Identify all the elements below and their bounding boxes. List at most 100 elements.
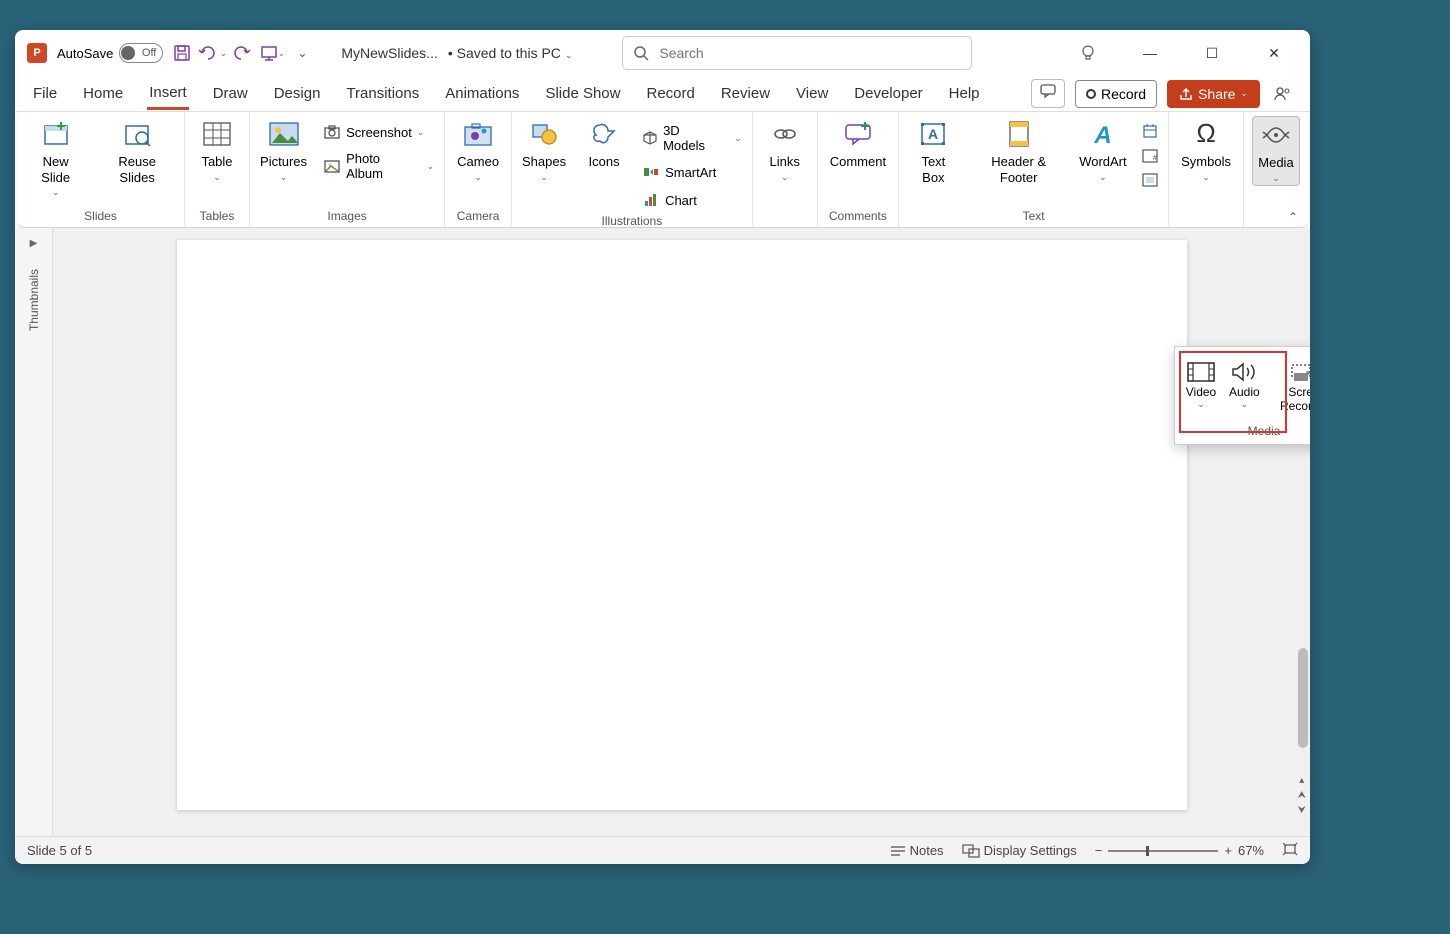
tab-slideshow[interactable]: Slide Show	[543, 79, 622, 108]
media-dropdown: Video⌄ Audio⌄ Screen Recording Media	[1174, 346, 1310, 445]
app-window: P AutoSave Off ⌄ ⌄ ⌄ MyNewSlides... • S	[15, 30, 1310, 864]
object-button[interactable]	[1140, 170, 1160, 190]
zoom-level[interactable]: 67%	[1238, 843, 1264, 858]
thumbnails-panel: ▶ Thumbnails	[15, 228, 53, 836]
tab-help[interactable]: Help	[947, 79, 982, 108]
reuse-slides-button[interactable]: Reuse Slides	[98, 116, 176, 187]
ribbon-tabs: File Home Insert Draw Design Transitions…	[15, 76, 1310, 112]
group-illustrations-label: Illustrations	[602, 212, 663, 228]
zoom-out-button[interactable]: −	[1095, 843, 1103, 858]
media-button[interactable]: Media⌄	[1252, 116, 1300, 186]
group-slides-label: Slides	[84, 207, 117, 223]
close-button[interactable]: ✕	[1258, 37, 1290, 69]
undo-icon[interactable]: ⌄	[203, 44, 221, 62]
shapes-button[interactable]: Shapes⌄	[520, 116, 568, 184]
save-icon[interactable]	[173, 44, 191, 62]
zoom-in-button[interactable]: +	[1224, 843, 1232, 858]
screenshot-button[interactable]: Screenshot⌄	[321, 120, 436, 144]
group-illustrations: Shapes⌄ Icons 3D Models ⌄ SmartArt	[512, 112, 753, 227]
tab-draw[interactable]: Draw	[211, 79, 250, 108]
tab-design[interactable]: Design	[272, 79, 323, 108]
svg-text:A: A	[928, 126, 938, 142]
new-slide-button[interactable]: New Slide⌄	[25, 116, 86, 200]
display-settings-button[interactable]: Display Settings	[962, 843, 1077, 858]
smartart-button[interactable]: SmartArt	[640, 160, 744, 184]
autosave-label: AutoSave	[57, 46, 113, 61]
nav-next-icon[interactable]: ⮟	[1298, 805, 1307, 816]
search-input[interactable]	[659, 45, 961, 61]
saved-status[interactable]: • Saved to this PC ⌄	[448, 45, 573, 61]
slide-canvas[interactable]	[177, 240, 1187, 810]
slide-counter[interactable]: Slide 5 of 5	[27, 843, 92, 858]
tab-animations[interactable]: Animations	[443, 79, 521, 108]
customize-qat-icon[interactable]: ⌄	[293, 44, 311, 62]
search-icon	[633, 45, 649, 61]
table-button[interactable]: Table⌄	[193, 116, 241, 184]
pictures-button[interactable]: Pictures⌄	[258, 116, 309, 184]
notes-button[interactable]: Notes	[890, 843, 944, 858]
date-time-button[interactable]	[1140, 120, 1160, 142]
tab-developer[interactable]: Developer	[852, 79, 924, 108]
minimize-button[interactable]: —	[1134, 37, 1166, 69]
chart-button[interactable]: Chart	[640, 188, 744, 212]
tab-record[interactable]: Record	[644, 79, 696, 108]
maximize-button[interactable]: ☐	[1196, 37, 1228, 69]
tab-home[interactable]: Home	[81, 79, 125, 108]
zoom-slider[interactable]	[1108, 850, 1218, 852]
workspace: ▶ Thumbnails ▴ ⮝ ⮟ Video⌄ Audio⌄	[15, 228, 1310, 836]
tab-view[interactable]: View	[794, 79, 830, 108]
screen-recording-button[interactable]: Screen Recording	[1268, 353, 1310, 420]
nav-up-icon[interactable]: ▴	[1299, 775, 1304, 786]
symbols-button[interactable]: Ω Symbols⌄	[1177, 116, 1235, 184]
video-button[interactable]: Video⌄	[1181, 353, 1221, 420]
tab-review[interactable]: Review	[719, 79, 772, 108]
nav-prev-icon[interactable]: ⮝	[1298, 790, 1307, 801]
quick-access-toolbar: ⌄ ⌄ ⌄	[173, 44, 311, 62]
wordart-button[interactable]: A WordArt⌄	[1078, 116, 1128, 184]
group-tables: Table⌄ Tables	[185, 112, 250, 227]
slide-nav-arrows: ▴ ⮝ ⮟	[1298, 775, 1307, 816]
comment-button[interactable]: Comment	[826, 116, 890, 172]
expand-thumbnails-icon[interactable]: ▶	[30, 238, 38, 249]
fit-to-window-icon[interactable]	[1282, 842, 1298, 859]
header-footer-button[interactable]: Header & Footer	[972, 116, 1066, 187]
tab-insert[interactable]: Insert	[147, 78, 189, 110]
user-icon[interactable]	[1270, 78, 1294, 110]
share-icon	[1179, 87, 1193, 101]
lightbulb-icon[interactable]	[1072, 37, 1104, 69]
redo-icon[interactable]	[233, 44, 251, 62]
toggle-knob-icon	[121, 46, 135, 60]
cameo-button[interactable]: Cameo⌄	[453, 116, 503, 184]
collapse-ribbon-icon[interactable]: ⌃	[1288, 210, 1298, 224]
record-dot-icon	[1086, 89, 1096, 99]
tab-file[interactable]: File	[31, 79, 59, 108]
title-bar: P AutoSave Off ⌄ ⌄ ⌄ MyNewSlides... • S	[15, 30, 1310, 76]
tab-transitions[interactable]: Transitions	[344, 79, 421, 108]
window-controls: — ☐ ✕	[1072, 37, 1298, 69]
record-label: Record	[1101, 86, 1146, 102]
autosave-toggle[interactable]: Off	[119, 43, 163, 63]
vertical-scrollbar[interactable]	[1298, 648, 1308, 748]
filename: MyNewSlides...	[341, 45, 437, 61]
search-box[interactable]	[622, 36, 972, 70]
record-button[interactable]: Record	[1075, 80, 1157, 108]
links-button[interactable]: Links⌄	[761, 116, 809, 184]
group-slides: New Slide⌄ Reuse Slides Slides	[17, 112, 185, 227]
comments-toggle[interactable]	[1031, 79, 1065, 108]
3d-models-button[interactable]: 3D Models ⌄	[640, 120, 744, 156]
share-button[interactable]: Share ⌄	[1167, 80, 1260, 108]
thumbnails-label: Thumbnails	[27, 269, 41, 331]
ribbon-wrapper: New Slide⌄ Reuse Slides Slides Table⌄ Ta…	[15, 112, 1310, 228]
svg-text:#: #	[1153, 155, 1157, 162]
slide-number-button[interactable]: #	[1140, 146, 1160, 166]
icons-button[interactable]: Icons	[580, 116, 628, 172]
group-tables-label: Tables	[200, 207, 235, 223]
share-label: Share	[1198, 86, 1235, 102]
text-box-button[interactable]: A Text Box	[907, 116, 960, 187]
photo-album-button[interactable]: Photo Album ⌄	[321, 148, 436, 184]
audio-button[interactable]: Audio⌄	[1225, 353, 1264, 420]
media-group-label: Media	[1181, 420, 1310, 438]
zoom-control: − + 67%	[1095, 843, 1264, 858]
toggle-state: Off	[142, 47, 156, 59]
present-icon[interactable]: ⌄	[263, 44, 281, 62]
